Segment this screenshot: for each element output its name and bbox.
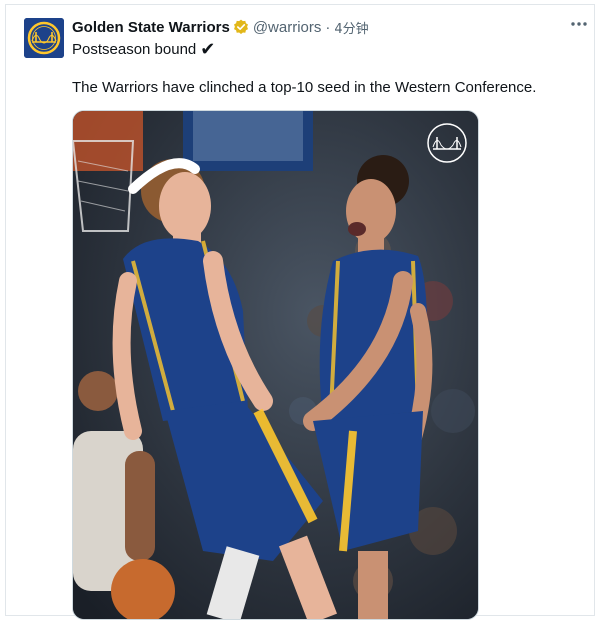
checkmark-icon: ✔ [200,39,216,59]
more-options-button[interactable] [568,13,590,35]
post-media-photo[interactable] [72,110,479,620]
display-name[interactable]: Golden State Warriors [72,19,230,36]
post-header: Golden State Warriors @warriors · 4分钟 [72,17,369,37]
handle[interactable]: @warriors [253,19,322,36]
post-card[interactable]: Golden State Warriors @warriors · 4分钟 Po… [5,4,595,620]
separator-dot: · [325,18,331,36]
post-title-line: Postseason bound ✔ [72,40,215,58]
post-title-text: Postseason bound [72,40,197,58]
warriors-logo-icon [24,18,64,58]
verified-badge-icon [233,19,248,34]
avatar[interactable] [24,18,64,58]
players-photo [73,111,478,619]
timestamp[interactable]: 4分钟 [334,18,368,37]
post-body-text: The Warriors have clinched a top-10 seed… [72,79,537,96]
more-options-icon [571,22,587,26]
